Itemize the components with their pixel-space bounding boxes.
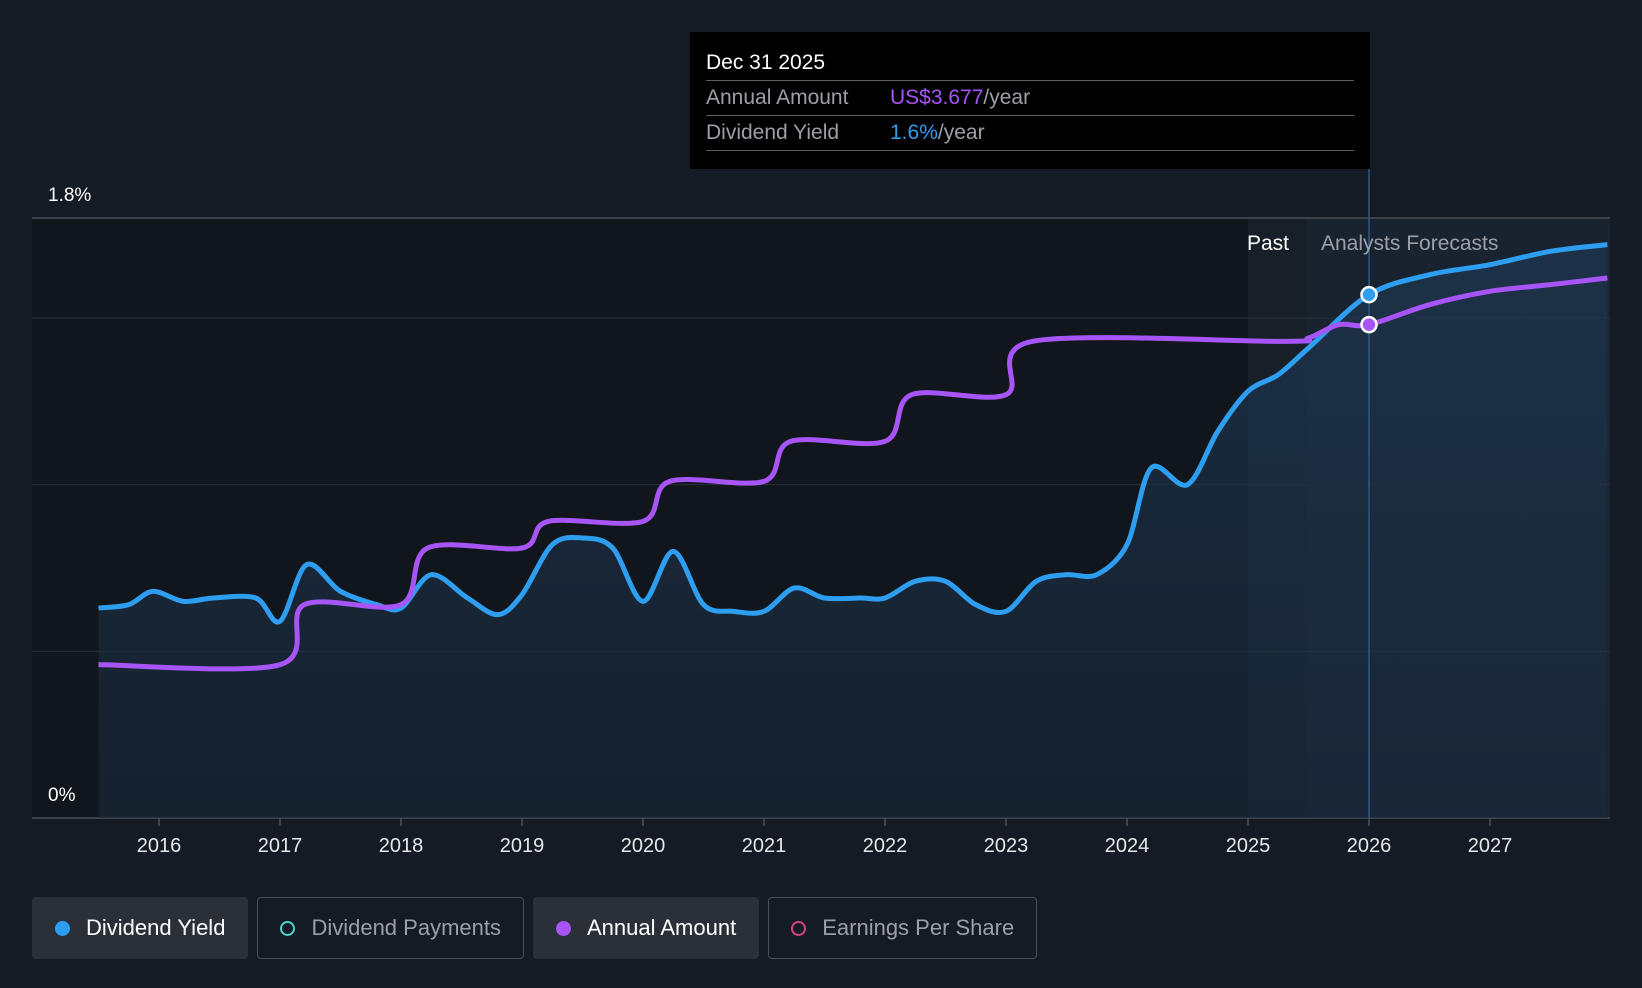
legend-label: Dividend Payments — [311, 915, 501, 940]
legend: Dividend Yield Dividend Payments Annual … — [32, 897, 1038, 959]
legend-label: Earnings Per Share — [822, 915, 1015, 940]
x-tick-label: 2022 — [863, 835, 908, 857]
x-tick-label: 2026 — [1347, 835, 1392, 857]
tooltip: Dec 31 2025 Annual Amount US$3.677 /year… — [690, 32, 1370, 169]
x-tick-label: 2023 — [984, 835, 1029, 857]
tooltip-yield-unit: /year — [937, 121, 985, 144]
x-tick-label: 2019 — [500, 835, 545, 857]
legend-label: Annual Amount — [586, 915, 737, 940]
tooltip-yield-label: Dividend Yield — [706, 121, 840, 144]
x-tick-label: 2025 — [1226, 835, 1271, 857]
tooltip-annual-unit: /year — [983, 86, 1031, 109]
x-tick-label: 2020 — [621, 835, 666, 857]
x-tick-label: 2027 — [1468, 835, 1513, 857]
tooltip-yield-row: Dividend Yield 1.6% /year — [706, 116, 1354, 151]
past-label: Past — [1247, 232, 1289, 255]
tooltip-date: Dec 31 2025 — [706, 46, 1354, 81]
tooltip-annual-label: Annual Amount — [706, 86, 849, 109]
legend-dividend-yield-button[interactable]: Dividend Yield — [32, 897, 249, 959]
earnings-per-share-ring-icon — [791, 920, 807, 936]
annual-amount-dot-icon — [555, 920, 571, 936]
legend-earnings-per-share-button[interactable]: Earnings Per Share — [768, 897, 1038, 959]
x-tick-label: 2017 — [258, 835, 303, 857]
x-axis: 2016 2017 2018 2019 2020 2021 2022 2023 2024 2025… — [137, 818, 1513, 857]
x-tick-label: 2018 — [379, 835, 424, 857]
tooltip-annual-row: Annual Amount US$3.677 /year — [706, 81, 1354, 116]
tooltip-yield-value: 1.6% — [890, 121, 938, 144]
x-tick-label: 2016 — [137, 835, 182, 857]
dividend-yield-dot-icon — [55, 920, 70, 936]
dividend-yield-marker[interactable] — [1360, 285, 1378, 304]
annual-amount-marker[interactable] — [1360, 315, 1378, 334]
legend-label: Dividend Yield — [86, 915, 226, 940]
x-tick-label: 2021 — [742, 835, 787, 857]
legend-dividend-payments-button[interactable]: Dividend Payments — [257, 897, 524, 959]
legend-annual-amount-button[interactable]: Annual Amount — [532, 897, 760, 959]
x-tick-label: 2024 — [1105, 835, 1150, 857]
y-tick-label-top: 1.8% — [48, 185, 91, 206]
tooltip-annual-value: US$3.677 — [890, 86, 984, 109]
analysts-forecasts-label: Analysts Forecasts — [1321, 232, 1498, 255]
dividend-payments-ring-icon — [280, 920, 296, 936]
y-tick-label-bottom: 0% — [48, 785, 76, 806]
